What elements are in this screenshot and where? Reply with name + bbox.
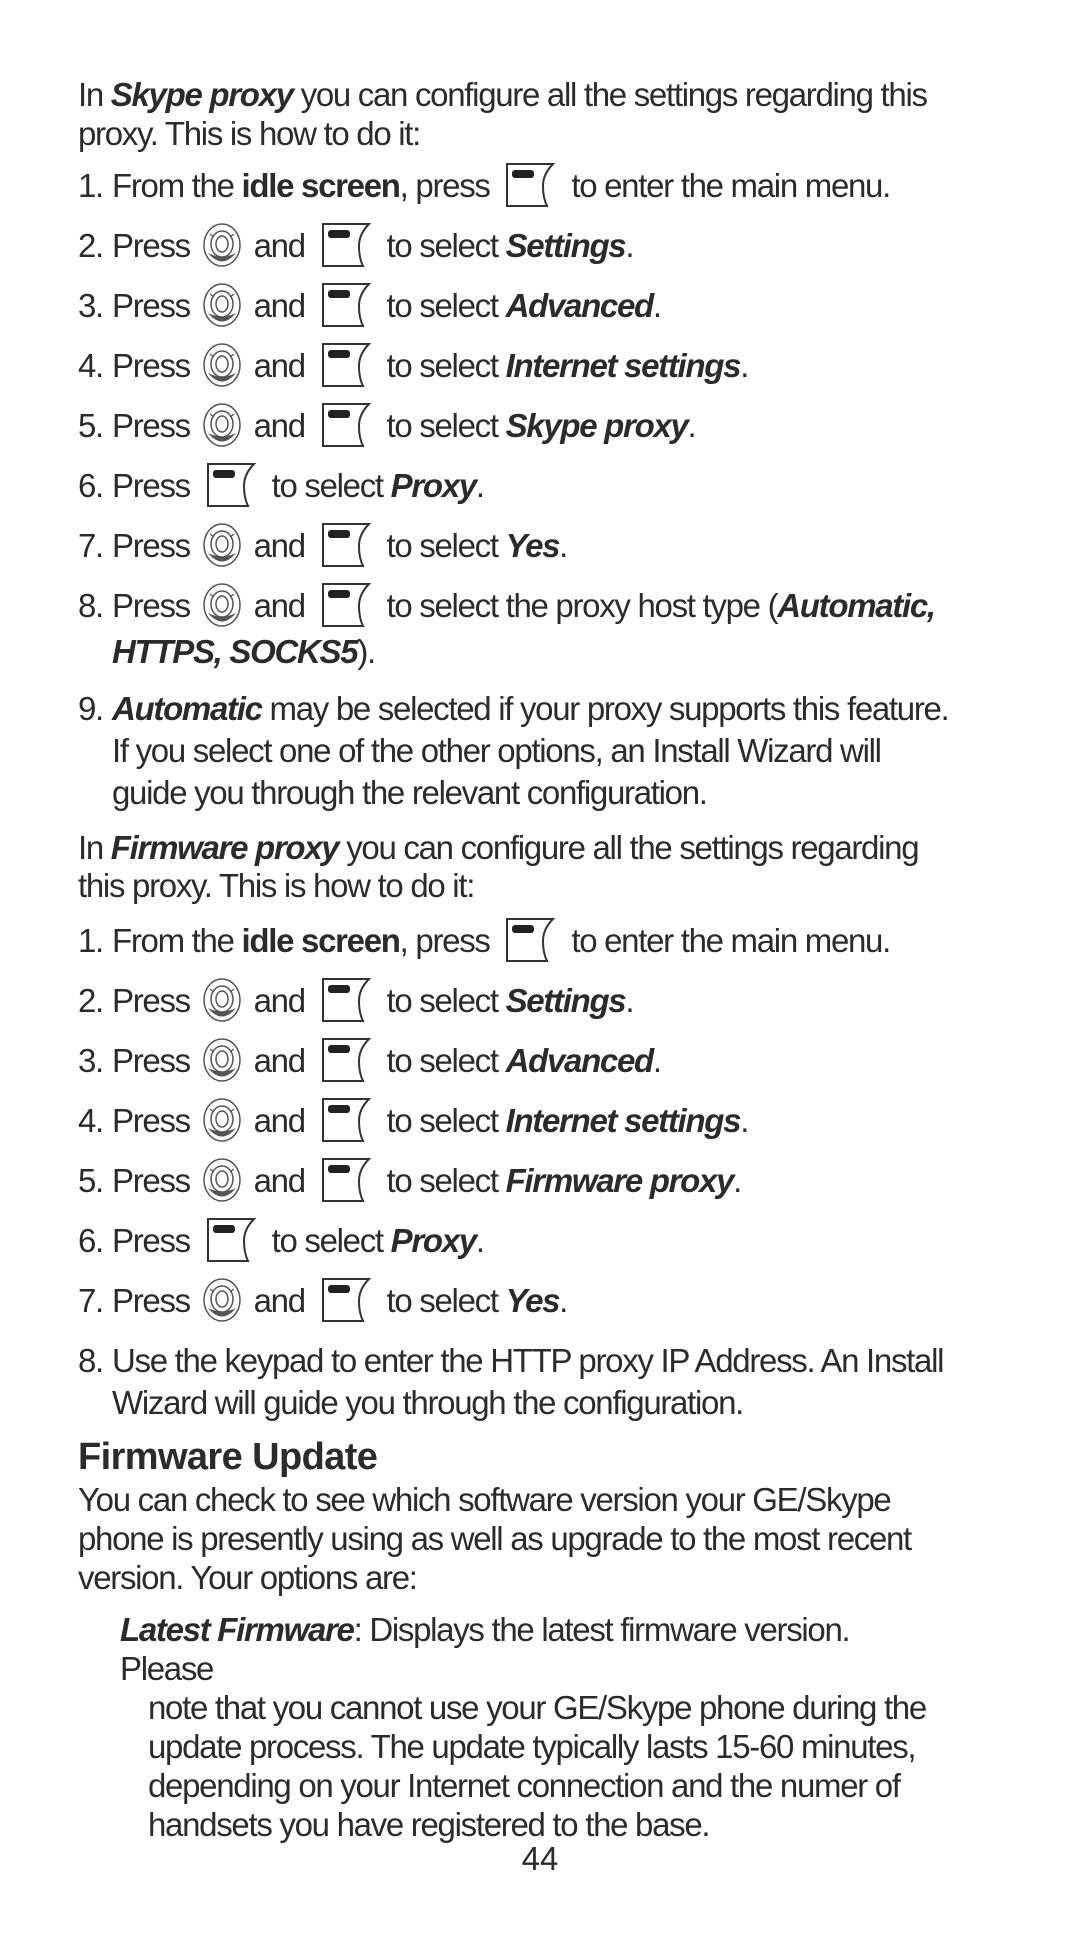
skype-step-8: 8. Press and to select the proxy host ty…	[78, 585, 978, 673]
navigation-key-icon	[202, 1097, 242, 1143]
firmware-step-1: 1. From the idle screen, press to enter …	[78, 920, 978, 966]
skype-step-6: 6. Press to select Proxy.	[78, 465, 978, 511]
softkey-icon	[321, 1037, 371, 1083]
firmware-step-3: 3. Press and to select Advanced.	[78, 1040, 978, 1086]
page-number: 44	[521, 1840, 559, 1877]
manual-page: In Skype proxy you can configure all the…	[0, 0, 1080, 1947]
skype-step-7: 7. Press and to select Yes.	[78, 525, 978, 571]
firmware-proxy-intro-line2: this proxy. This is how to do it:	[78, 867, 475, 904]
navigation-key-icon	[202, 1037, 242, 1083]
softkey-icon	[321, 342, 371, 388]
softkey-icon	[505, 917, 555, 963]
firmware-step-7: 7. Press and to select Yes.	[78, 1280, 978, 1326]
navigation-key-icon	[202, 282, 242, 328]
skype-step-3: 3. Press and to select Advanced.	[78, 285, 978, 331]
softkey-icon	[321, 1277, 371, 1323]
navigation-key-icon	[202, 522, 242, 568]
firmware-step-8: 8. Use the keypad to enter the HTTP prox…	[78, 1342, 944, 1421]
firmware-proxy-term: Firmware proxy	[110, 829, 340, 866]
softkey-icon	[321, 222, 371, 268]
skype-proxy-intro-line2: proxy. This is how to do it:	[78, 115, 421, 152]
softkey-icon	[321, 1097, 371, 1143]
firmware-update-description: You can check to see which software vers…	[78, 1481, 912, 1596]
skype-proxy-term: Skype proxy	[110, 76, 294, 113]
option-latest-firmware: Latest Firmware: Displays the latest fir…	[120, 1611, 927, 1843]
navigation-key-icon	[202, 1277, 242, 1323]
firmware-step-6: 6. Press to select Proxy.	[78, 1220, 978, 1266]
softkey-icon	[206, 1217, 256, 1263]
softkey-icon	[321, 1157, 371, 1203]
firmware-step-2: 2. Press and to select Settings.	[78, 980, 978, 1026]
skype-step-4: 4. Press and to select Internet settings…	[78, 345, 978, 391]
skype-step-1: 1. From the idle screen, press to enter …	[78, 165, 978, 211]
navigation-key-icon	[202, 342, 242, 388]
softkey-icon	[321, 582, 371, 628]
softkey-icon	[321, 977, 371, 1023]
navigation-key-icon	[202, 977, 242, 1023]
softkey-icon	[321, 522, 371, 568]
firmware-proxy-intro: In Firmware proxy you can configure all …	[78, 829, 920, 866]
navigation-key-icon	[202, 1157, 242, 1203]
skype-step-2: 2. Press and to select Settings.	[78, 225, 978, 271]
softkey-icon	[206, 462, 256, 508]
skype-step-9: 9. Automatic may be selected if your pro…	[78, 690, 950, 811]
firmware-step-4: 4. Press and to select Internet settings…	[78, 1100, 978, 1146]
skype-step-5: 5. Press and to select Skype proxy.	[78, 405, 978, 451]
softkey-icon	[321, 282, 371, 328]
softkey-icon	[505, 162, 555, 208]
skype-proxy-intro: In Skype proxy you can configure all the…	[78, 76, 928, 113]
navigation-key-icon	[202, 222, 242, 268]
section-heading-firmware-update: Firmware Update	[78, 1436, 378, 1478]
firmware-step-5: 5. Press and to select Firmware proxy.	[78, 1160, 978, 1206]
softkey-icon	[321, 402, 371, 448]
navigation-key-icon	[202, 582, 242, 628]
navigation-key-icon	[202, 402, 242, 448]
option-term: Latest Firmware	[120, 1611, 355, 1648]
